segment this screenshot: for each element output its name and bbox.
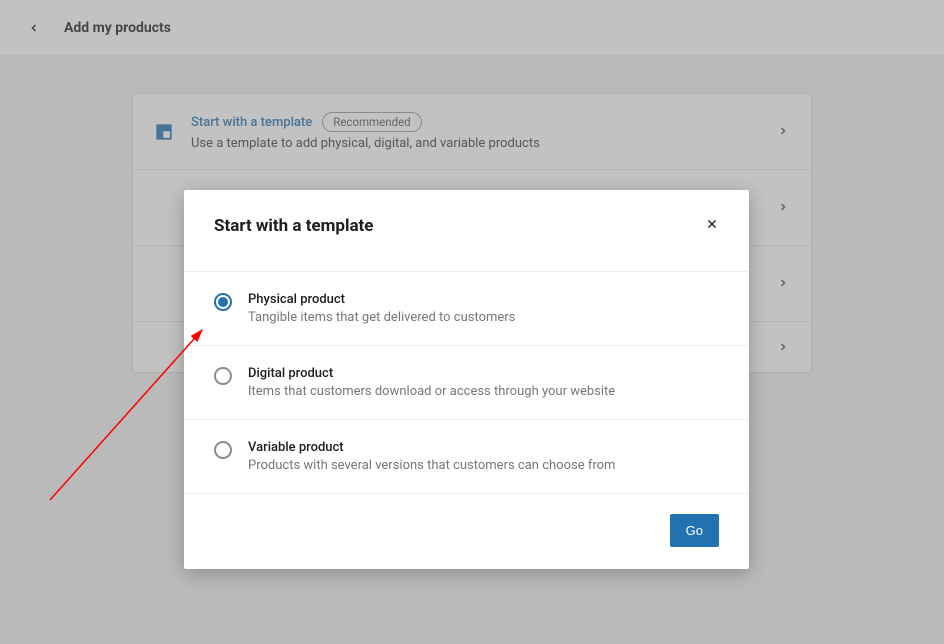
radio-label: Variable product (248, 440, 615, 455)
template-modal: Start with a template Physical product T… (184, 190, 749, 569)
modal-header: Start with a template (184, 190, 749, 272)
radio-input[interactable] (214, 367, 232, 385)
layout-icon (155, 123, 191, 141)
back-button[interactable] (28, 22, 40, 34)
radio-description: Items that customers download or access … (248, 384, 615, 399)
radio-digital-product[interactable]: Digital product Items that customers dow… (184, 346, 749, 420)
option-title: Start with a template (191, 115, 312, 130)
chevron-right-icon (777, 122, 789, 141)
radio-input[interactable] (214, 441, 232, 459)
close-button[interactable] (701, 212, 723, 239)
modal-footer: Go (184, 494, 749, 569)
radio-label: Physical product (248, 292, 515, 307)
chevron-right-icon (777, 274, 789, 293)
radio-physical-product[interactable]: Physical product Tangible items that get… (184, 272, 749, 346)
radio-variable-product[interactable]: Variable product Products with several v… (184, 420, 749, 494)
chevron-right-icon (777, 198, 789, 217)
radio-input[interactable] (214, 293, 232, 311)
option-start-template[interactable]: Start with a template Recommended Use a … (133, 94, 811, 170)
page-header: Add my products (0, 0, 944, 55)
radio-label: Digital product (248, 366, 615, 381)
radio-description: Tangible items that get delivered to cus… (248, 310, 515, 325)
chevron-right-icon (777, 338, 789, 357)
recommended-badge: Recommended (322, 112, 421, 132)
modal-title: Start with a template (214, 216, 374, 236)
go-button[interactable]: Go (670, 514, 719, 547)
option-description: Use a template to add physical, digital,… (191, 136, 777, 151)
radio-description: Products with several versions that cust… (248, 458, 615, 473)
option-body: Start with a template Recommended Use a … (191, 112, 777, 151)
page-title: Add my products (64, 20, 171, 36)
close-icon (705, 217, 719, 231)
